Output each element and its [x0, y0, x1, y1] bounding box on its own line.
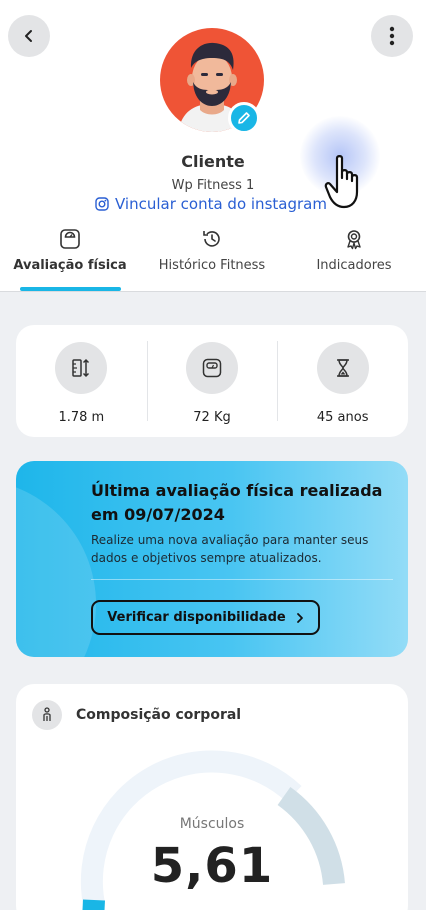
- history-icon: [203, 231, 220, 247]
- back-button[interactable]: [8, 15, 50, 57]
- body-composition-card: Composição corporal Músculos 5,61: [16, 684, 408, 910]
- gauge-value: 5,61: [150, 838, 274, 894]
- body-stats-card: 1.78 m 72 Kg 45 anos: [16, 325, 408, 437]
- weight-scale-icon: [186, 342, 238, 394]
- more-vertical-icon: [389, 26, 395, 46]
- gauge-label: Músculos: [179, 816, 245, 832]
- avatar-container: [160, 28, 264, 134]
- pencil-icon: [238, 112, 250, 124]
- stat-height-value: 1.78 m: [58, 410, 105, 425]
- check-availability-button[interactable]: Verificar disponibilidade: [91, 600, 320, 635]
- edit-avatar-button[interactable]: [228, 102, 260, 134]
- stat-age-value: 45 anos: [316, 410, 369, 425]
- chevron-right-icon: [296, 612, 303, 623]
- award-icon: [347, 230, 361, 250]
- tab-historico-fitness[interactable]: Histórico Fitness: [156, 228, 268, 273]
- tab-avaliacao-fisica[interactable]: Avaliação física: [13, 228, 127, 273]
- instagram-link[interactable]: Vincular conta do instagram: [95, 195, 327, 213]
- tab-label: Indicadores: [316, 258, 392, 273]
- check-availability-label: Verificar disponibilidade: [107, 610, 286, 625]
- instagram-icon: [95, 197, 109, 211]
- tab-indicadores[interactable]: Indicadores: [298, 228, 410, 273]
- chevron-left-icon: [25, 30, 32, 42]
- stat-height: 1.78 m: [16, 325, 147, 437]
- active-tab-indicator: [20, 287, 121, 291]
- height-ruler-icon: [55, 342, 108, 394]
- stat-age: 45 anos: [277, 325, 408, 437]
- decorative-arc: [16, 479, 96, 657]
- more-options-button[interactable]: [371, 15, 413, 57]
- divider: [91, 579, 393, 580]
- profile-header: Cliente Wp Fitness 1 Vincular conta do i…: [0, 0, 426, 292]
- instagram-link-label: Vincular conta do instagram: [115, 195, 327, 213]
- person-icon: [32, 700, 62, 730]
- profile-tabs: Avaliação física Histórico Fitness Indic…: [0, 228, 426, 292]
- stat-weight-value: 72 Kg: [193, 410, 231, 425]
- body-composition-title: Composição corporal: [76, 707, 242, 723]
- tab-label: Avaliação física: [13, 258, 127, 273]
- stat-weight: 72 Kg: [146, 325, 278, 437]
- pointer-hand-icon: [324, 155, 359, 209]
- last-assessment-title: Última avaliação física realizada em 09/…: [91, 481, 383, 524]
- scale-icon: [60, 229, 80, 249]
- last-assessment-text: Realize uma nova avaliação para manter s…: [91, 533, 369, 565]
- hourglass-icon: [316, 342, 369, 394]
- last-assessment-card: Última avaliação física realizada em 09/…: [16, 461, 408, 657]
- tab-label: Histórico Fitness: [158, 258, 266, 273]
